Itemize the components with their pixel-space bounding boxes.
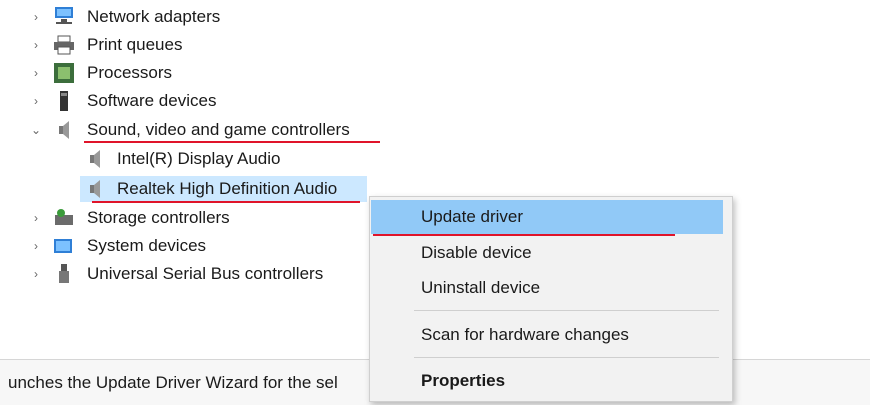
printer-icon <box>54 35 74 55</box>
speaker-icon <box>90 180 100 198</box>
chevron-right-icon[interactable]: › <box>26 94 46 108</box>
tree-item-label: Network adapters <box>87 7 221 26</box>
storage-icon <box>55 209 73 225</box>
tree-item-label: Processors <box>87 63 173 82</box>
context-menu: Update driver Disable device Uninstall d… <box>369 196 733 402</box>
tree-item-label: Intel(R) Display Audio <box>117 149 281 168</box>
tree-item-usb-controllers[interactable]: › Universal Serial Bus controllers <box>0 261 370 287</box>
menu-item-label: Disable device <box>421 243 532 262</box>
menu-item-scan-hardware-changes[interactable]: Scan for hardware changes <box>371 318 723 352</box>
tree-item-label: System devices <box>87 236 207 255</box>
tree-item-network-adapters[interactable]: › Network adapters <box>0 4 400 30</box>
annotation-underline <box>92 201 360 203</box>
tree-item-system-devices[interactable]: › System devices <box>0 233 370 259</box>
usb-icon <box>59 264 69 283</box>
menu-item-label: Uninstall device <box>421 278 541 297</box>
menu-item-label: Scan for hardware changes <box>421 325 629 344</box>
chevron-right-icon[interactable]: › <box>26 267 46 281</box>
chevron-right-icon[interactable]: › <box>26 38 46 52</box>
tree-item-print-queues[interactable]: › Print queues <box>0 32 400 58</box>
menu-item-label: Properties <box>421 371 506 390</box>
menu-item-uninstall-device[interactable]: Uninstall device <box>371 271 723 305</box>
tree-item-label: Software devices <box>87 91 217 110</box>
chevron-down-icon[interactable]: ⌄ <box>26 123 46 137</box>
chevron-right-icon[interactable]: › <box>26 10 46 24</box>
tree-item-realtek-hd-audio[interactable]: Realtek High Definition Audio <box>0 176 400 202</box>
tree-item-intel-display-audio[interactable]: Intel(R) Display Audio <box>0 146 400 172</box>
tree-item-label: Sound, video and game controllers <box>87 120 350 139</box>
status-bar-text: unches the Update Driver Wizard for the … <box>8 373 338 392</box>
annotation-underline <box>84 141 380 143</box>
menu-item-properties[interactable]: Properties <box>371 364 723 398</box>
speaker-icon <box>59 121 69 139</box>
processor-icon <box>54 63 74 83</box>
tree-item-processors[interactable]: › Processors <box>0 60 400 86</box>
speaker-icon <box>90 150 100 168</box>
tree-item-label: Realtek High Definition Audio <box>117 179 338 198</box>
software-device-icon <box>60 91 68 111</box>
chevron-right-icon[interactable]: › <box>26 66 46 80</box>
tree-item-software-devices[interactable]: › Software devices <box>0 88 400 114</box>
tree-item-label: Storage controllers <box>87 208 230 227</box>
menu-separator <box>414 310 719 311</box>
network-adapter-icon <box>55 7 73 24</box>
menu-item-label: Update driver <box>421 207 524 226</box>
chevron-right-icon[interactable]: › <box>26 211 46 225</box>
menu-item-disable-device[interactable]: Disable device <box>371 236 723 270</box>
system-device-icon <box>54 239 72 253</box>
menu-item-update-driver[interactable]: Update driver <box>371 200 723 234</box>
menu-separator <box>414 357 719 358</box>
tree-item-sound-video-game-controllers[interactable]: ⌄ Sound, video and game controllers <box>0 117 400 143</box>
chevron-right-icon[interactable]: › <box>26 239 46 253</box>
tree-item-storage-controllers[interactable]: › Storage controllers <box>0 205 370 231</box>
tree-item-label: Universal Serial Bus controllers <box>87 264 324 283</box>
tree-item-label: Print queues <box>87 35 183 54</box>
